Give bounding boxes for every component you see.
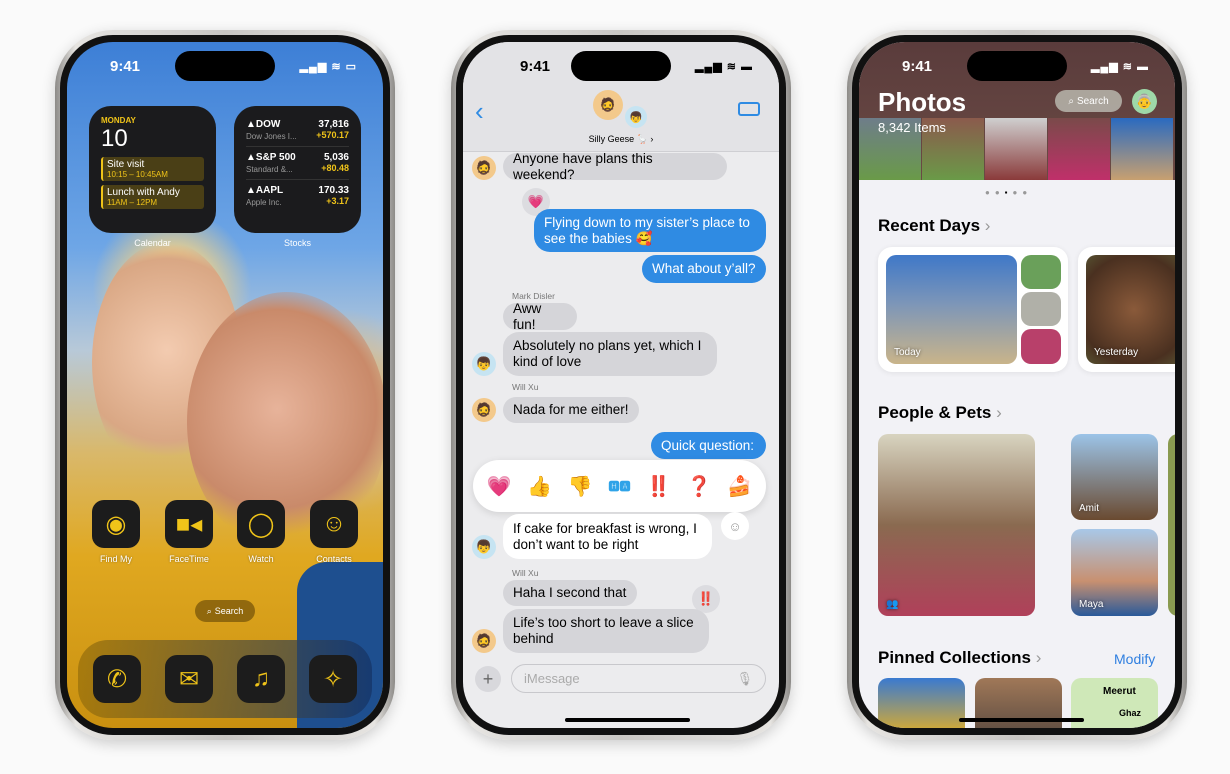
status-time: 9:41 bbox=[902, 58, 933, 75]
card-label: Yesterday bbox=[1094, 347, 1139, 358]
mail-icon[interactable]: ✉ bbox=[165, 655, 213, 703]
app-label: Watch bbox=[248, 554, 274, 564]
profile-avatar[interactable]: 👵 bbox=[1132, 89, 1157, 114]
recent-days-heading[interactable]: Recent Days › bbox=[878, 216, 990, 236]
question-reaction[interactable]: ❓ bbox=[687, 474, 712, 499]
add-emoji-icon[interactable]: ☺ bbox=[721, 512, 749, 540]
cake-reaction[interactable]: 🍰 bbox=[727, 474, 752, 499]
status-icons: ▂▄▆ ≋ ▭ bbox=[299, 61, 357, 73]
status-icons: ▂▄▆ ≋ ▬ bbox=[694, 61, 753, 73]
sender-name: Mark Disler bbox=[512, 291, 555, 301]
person-amit[interactable]: Amit bbox=[1071, 434, 1158, 520]
status-time: 9:41 bbox=[520, 58, 551, 75]
message-bubble[interactable]: Haha I second that bbox=[503, 580, 637, 606]
message-bubble[interactable]: If cake for breakfast is wrong, I don’t … bbox=[503, 514, 712, 559]
video-call-icon[interactable] bbox=[738, 102, 760, 116]
status-time: 9:41 bbox=[110, 58, 141, 75]
status-icons: ▂▄▆ ≋ ▬ bbox=[1090, 61, 1149, 73]
stock-row: ▲AAPL Apple Inc. 170.33 +3.17 bbox=[246, 185, 349, 207]
message-input[interactable]: iMessage 🎙 bbox=[511, 664, 766, 693]
message-bubble[interactable]: Aww fun! bbox=[503, 301, 577, 332]
dynamic-island bbox=[175, 51, 275, 81]
calendar-day: MONDAY bbox=[101, 116, 136, 125]
photos-screen: 9:41 ▂▄▆ ≋ ▬ Photos 8,342 Items ⌕ Search … bbox=[859, 42, 1175, 728]
page-title: Photos bbox=[878, 87, 967, 117]
avatar: 🧔 bbox=[472, 629, 496, 653]
app-label: Find My bbox=[99, 554, 132, 564]
modify-button[interactable]: Modify bbox=[1114, 651, 1155, 667]
facetime-icon[interactable]: ■◂ bbox=[165, 500, 213, 548]
message-bubble[interactable]: Nada for me either! bbox=[503, 397, 639, 423]
home-indicator bbox=[959, 718, 1084, 722]
person-maya[interactable]: Maya bbox=[1071, 529, 1158, 616]
today-card[interactable]: Today bbox=[878, 247, 1068, 372]
pinned-collection[interactable] bbox=[878, 678, 965, 728]
find-my-icon[interactable]: ◉ bbox=[92, 500, 140, 548]
back-button[interactable]: ‹ bbox=[475, 96, 484, 127]
message-bubble[interactable]: Absolutely no plans yet, which I kind of… bbox=[503, 332, 717, 376]
heart-reaction[interactable]: 💗 bbox=[487, 474, 512, 499]
calendar-widget[interactable]: MONDAY 10 Site visit 10:15 – 10:45AM Lunc… bbox=[89, 106, 216, 233]
plus-button[interactable]: + bbox=[475, 666, 501, 692]
pinned-collections-heading[interactable]: Pinned Collections › bbox=[878, 648, 1041, 668]
message-bubble[interactable]: Flying down to my sister’s place to see … bbox=[534, 209, 766, 252]
sender-name: Will Xu bbox=[512, 382, 539, 392]
group-name[interactable]: Silly Geese 🪿 › bbox=[463, 134, 779, 145]
search-button[interactable]: ⌕ Search bbox=[195, 600, 255, 622]
group-avatar[interactable]: 🧔 bbox=[593, 90, 623, 120]
stock-row: ▲S&P 500 Standard &... 5,036 +80.48 bbox=[246, 151, 349, 180]
haha-reaction[interactable]: 🅷🅰 bbox=[608, 478, 630, 494]
thumbs-up-reaction[interactable]: 👍 bbox=[527, 474, 552, 499]
microphone-icon[interactable]: 🎙 bbox=[736, 671, 753, 687]
calendar-label: Calendar bbox=[134, 238, 171, 248]
page-dots[interactable]: ●●▪●● bbox=[985, 188, 1032, 197]
sender-name: Will Xu bbox=[512, 568, 539, 578]
pinned-map[interactable]: Meerut Ghaz bbox=[1071, 678, 1158, 728]
phone-photos: 9:41 ▂▄▆ ≋ ▬ Photos 8,342 Items ⌕ Search … bbox=[847, 30, 1187, 740]
yesterday-card[interactable]: Yesterday bbox=[1078, 247, 1175, 372]
avatar: 👦 bbox=[472, 535, 496, 559]
stocks-widget[interactable]: ▲DOW Dow Jones I... 37,816 +570.17 ▲S&P 500… bbox=[234, 106, 361, 233]
safari-icon[interactable]: ✧ bbox=[309, 655, 357, 703]
messages-screen: 9:41 ▂▄▆ ≋ ▬ ‹ 🧔 👦 Silly Geese 🪿 › 🧔 Any… bbox=[463, 42, 779, 728]
search-icon: ⌕ bbox=[206, 605, 212, 616]
message-bubble[interactable]: Life’s too short to leave a slice behind bbox=[503, 609, 709, 653]
calendar-event: Site visit 10:15 – 10:45AM bbox=[101, 157, 204, 181]
music-icon[interactable]: ♫ bbox=[237, 655, 285, 703]
calendar-date: 10 bbox=[101, 125, 128, 152]
app-label: FaceTime bbox=[169, 554, 209, 564]
contacts-icon[interactable]: ☺ bbox=[310, 500, 358, 548]
watch-icon[interactable]: ◯ bbox=[237, 500, 285, 548]
exclamation-reaction[interactable]: ‼️ bbox=[646, 474, 671, 499]
reaction-picker: 💗 👍 👎 🅷🅰 ‼️ ❓ 🍰 bbox=[473, 460, 766, 512]
phone-icon[interactable]: ✆ bbox=[93, 655, 141, 703]
calendar-event: Lunch with Andy 11AM – 12PM bbox=[101, 185, 204, 209]
search-icon: ⌕ bbox=[1068, 95, 1074, 107]
stocks-label: Stocks bbox=[283, 238, 311, 248]
home-screen: 9:41 ▂▄▆ ≋ ▭ MONDAY 10 Site visit 10:15 –… bbox=[67, 42, 383, 728]
home-indicator bbox=[565, 718, 690, 722]
group-avatar: 👦 bbox=[625, 106, 647, 128]
card-label: Today bbox=[894, 347, 921, 358]
search-button[interactable]: ⌕ Search bbox=[1055, 90, 1122, 112]
avatar: 👦 bbox=[472, 352, 496, 376]
phone-messages: 9:41 ▂▄▆ ≋ ▬ ‹ 🧔 👦 Silly Geese 🪿 › 🧔 Any… bbox=[451, 30, 791, 740]
stock-row: ▲DOW Dow Jones I... 37,816 +570.17 bbox=[246, 118, 349, 147]
message-bubble[interactable]: What about y’all? bbox=[642, 255, 766, 283]
message-bubble[interactable]: Anyone have plans this weekend? bbox=[503, 151, 727, 182]
avatar: 🧔 bbox=[472, 398, 496, 422]
dock: ✆ ✉ ♫ ✧ bbox=[78, 640, 372, 718]
avatar: 🧔 bbox=[472, 156, 496, 180]
people-pets-heading[interactable]: People & Pets › bbox=[878, 403, 1002, 423]
item-count: 8,342 Items bbox=[878, 120, 946, 135]
thumbs-down-reaction[interactable]: 👎 bbox=[568, 474, 593, 499]
app-label: Contacts bbox=[316, 554, 352, 564]
message-bubble[interactable]: Quick question: bbox=[651, 432, 766, 459]
phone-home-screen: 9:41 ▂▄▆ ≋ ▭ MONDAY 10 Site visit 10:15 –… bbox=[55, 30, 395, 740]
group-photo[interactable]: 👥 bbox=[878, 434, 1035, 616]
people-group-icon: 👥 bbox=[886, 599, 899, 610]
